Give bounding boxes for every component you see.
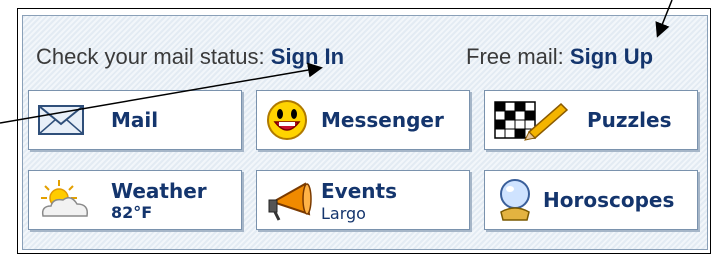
events-label: Events bbox=[321, 179, 397, 203]
mail-status-row: Check your mail status: Sign In bbox=[36, 44, 344, 70]
weather-temperature: 82°F bbox=[111, 203, 153, 222]
smiley-icon bbox=[267, 100, 307, 140]
messenger-tile[interactable]: Messenger bbox=[256, 90, 470, 150]
crossword-pencil-icon bbox=[494, 101, 569, 141]
sun-cloud-icon bbox=[41, 180, 89, 217]
free-mail-row: Free mail: Sign Up bbox=[466, 44, 653, 70]
mail-tile[interactable]: Mail bbox=[28, 90, 242, 150]
horoscopes-tile[interactable]: Horoscopes bbox=[484, 170, 698, 230]
check-mail-text: Check your mail status: bbox=[36, 44, 265, 69]
sign-up-link[interactable]: Sign Up bbox=[570, 44, 653, 69]
messenger-label: Messenger bbox=[321, 108, 444, 132]
mail-label: Mail bbox=[111, 108, 159, 132]
crystal-ball-icon bbox=[500, 179, 530, 221]
events-location: Largo bbox=[321, 204, 366, 223]
puzzles-tile[interactable]: Puzzles bbox=[484, 90, 698, 150]
horoscopes-label: Horoscopes bbox=[543, 188, 675, 212]
envelope-icon bbox=[38, 105, 84, 135]
megaphone-icon bbox=[268, 182, 312, 221]
events-tile[interactable]: Events Largo bbox=[256, 170, 470, 230]
sign-in-link[interactable]: Sign In bbox=[271, 44, 344, 69]
puzzles-label: Puzzles bbox=[587, 108, 672, 132]
weather-tile[interactable]: Weather 82°F bbox=[28, 170, 242, 230]
free-mail-text: Free mail: bbox=[466, 44, 564, 69]
weather-label: Weather bbox=[111, 179, 207, 203]
